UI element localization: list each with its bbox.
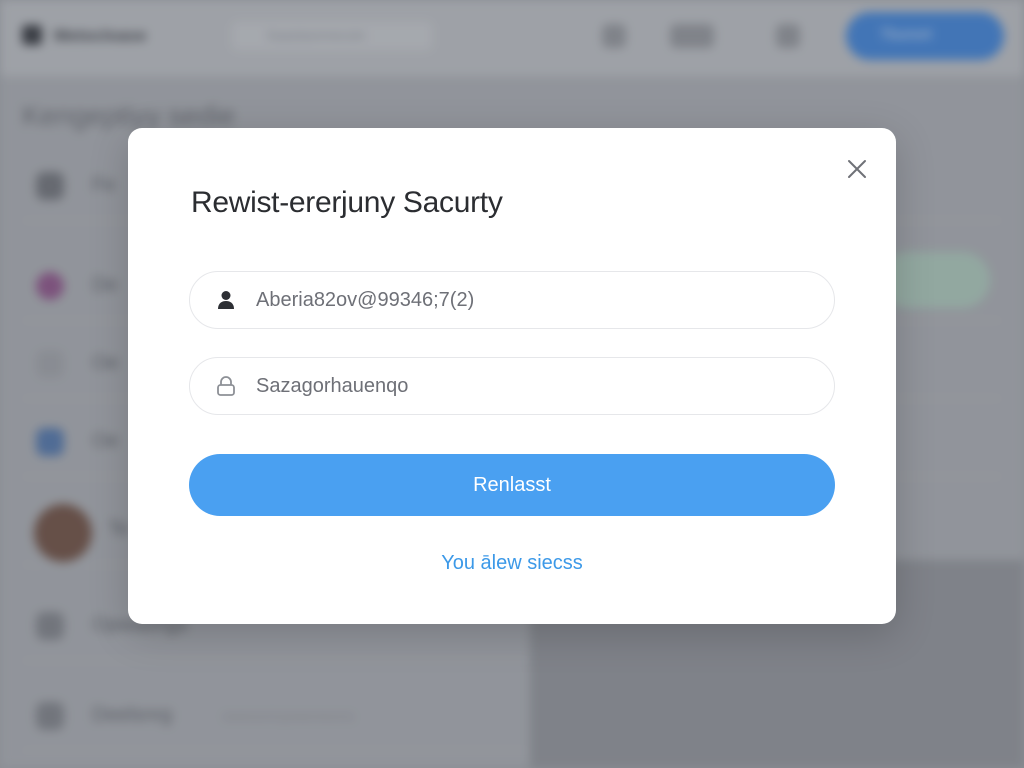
helper-link[interactable]: You ālew siecss [128, 552, 896, 575]
username-field[interactable] [189, 271, 835, 329]
user-icon [218, 291, 234, 309]
lock-icon [217, 376, 235, 396]
username-input[interactable] [256, 272, 816, 328]
close-button[interactable] [842, 154, 872, 184]
close-icon [848, 160, 866, 178]
password-input[interactable] [256, 358, 816, 414]
security-dialog: Rewist-ererjuny Sacurty Renlasst You āle… [128, 128, 896, 624]
password-field[interactable] [189, 357, 835, 415]
submit-button[interactable]: Renlasst [189, 454, 835, 516]
dialog-title: Rewist-ererjuny Sacurty [191, 186, 503, 219]
